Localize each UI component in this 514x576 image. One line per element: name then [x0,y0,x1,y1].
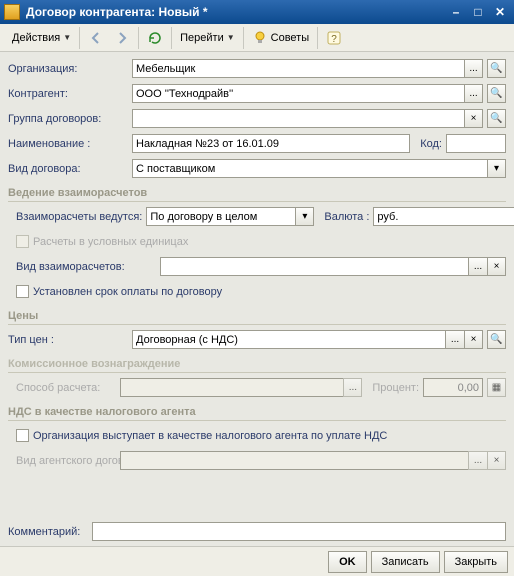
is-tax-agent-checkbox[interactable] [16,429,29,442]
close-button[interactable]: ✕ [490,3,510,21]
agent-contract-type-clear-button: × [487,451,506,470]
price-type-select-button[interactable]: ... [445,330,464,349]
name-label: Наименование : [8,138,128,150]
prices-header: Цены [8,310,506,325]
minimize-button[interactable]: – [446,3,466,21]
calc-method-select-button: ... [343,378,362,397]
actions-menu[interactable]: Действия ▼ [8,30,75,46]
commission-header: Комиссионное вознаграждение [8,358,506,373]
search-icon: 🔍 [490,88,502,99]
window: Договор контрагента: Новый * – □ ✕ Дейст… [0,0,514,576]
titlebar: Договор контрагента: Новый * – □ ✕ [0,0,514,24]
close-form-button[interactable]: Закрыть [444,551,508,573]
lightbulb-icon [252,30,268,46]
is-tax-agent-label: Организация выступает в качестве налогов… [33,430,387,442]
contract-group-input[interactable] [132,109,464,128]
settlement-type-clear-button[interactable]: × [487,257,506,276]
tax-agent-header: НДС в качестве налогового агента [8,406,506,421]
organization-label: Организация: [8,63,128,75]
window-title: Договор контрагента: Новый * [26,5,444,19]
settlement-type-select-button[interactable]: ... [468,257,487,276]
svg-text:?: ? [331,34,337,45]
chevron-down-icon: ▼ [63,33,71,42]
maximize-button[interactable]: □ [468,3,488,21]
ok-button[interactable]: OK [328,551,367,573]
organization-open-button[interactable]: 🔍 [487,59,506,78]
arrow-right-icon [114,30,130,46]
cu-calc-label: Расчеты в условных единицах [33,236,188,248]
search-icon: 🔍 [490,63,502,74]
calc-method-label: Способ расчета: [16,382,116,394]
comment-label: Комментарий: [8,526,88,538]
code-input[interactable] [446,134,506,153]
advice-button[interactable]: Советы [248,28,313,48]
payment-term-checkbox[interactable] [16,285,29,298]
help-icon: ? [326,30,342,46]
agent-contract-type-select-button: ... [468,451,487,470]
price-type-label: Тип цен : [8,334,128,346]
contract-group-label: Группа договоров: [8,113,128,125]
counterparty-select-button[interactable]: ... [464,84,483,103]
calc-method-input [120,378,343,397]
counterparty-open-button[interactable]: 🔍 [487,84,506,103]
counterparty-input[interactable] [132,84,464,103]
counterparty-label: Контрагент: [8,88,128,100]
form-content: Организация: ... 🔍 Контрагент: ... 🔍 Гру… [0,52,514,546]
price-type-open-button[interactable]: 🔍 [487,330,506,349]
currency-label: Валюта : [324,211,369,223]
nav-back-button[interactable] [84,28,108,48]
settlement-basis-dropdown-button[interactable]: ▾ [295,207,314,226]
settlement-type-label: Вид взаиморасчетов: [16,261,156,273]
chevron-down-icon: ▼ [227,33,235,42]
agent-contract-type-label: Вид агентского договора: [16,455,116,467]
help-button[interactable]: ? [322,28,346,48]
cu-calc-checkbox [16,235,29,248]
percent-input [423,378,483,397]
contract-group-open-button[interactable]: 🔍 [487,109,506,128]
contract-type-label: Вид договора: [8,163,128,175]
refresh-icon [147,30,163,46]
contract-type-input[interactable] [132,159,487,178]
contract-group-clear-button[interactable]: × [464,109,483,128]
search-icon: 🔍 [490,334,502,345]
percent-calc-button: ▦ [487,378,506,397]
refresh-button[interactable] [143,28,167,48]
toolbar: Действия ▼ Перейти ▼ С [0,24,514,52]
code-label: Код: [420,138,442,150]
arrow-left-icon [88,30,104,46]
percent-label: Процент: [372,382,419,394]
save-button[interactable]: Записать [371,551,440,573]
comment-input[interactable] [92,522,506,541]
payment-term-label: Установлен срок оплаты по договору [33,286,222,298]
currency-input[interactable] [373,207,514,226]
price-type-clear-button[interactable]: × [464,330,483,349]
nav-forward-button[interactable] [110,28,134,48]
name-input[interactable] [132,134,410,153]
settlements-header: Ведение взаиморасчетов [8,187,506,202]
organization-input[interactable] [132,59,464,78]
settlement-basis-input[interactable] [146,207,295,226]
footer: OK Записать Закрыть [0,546,514,576]
price-type-input[interactable] [132,330,445,349]
search-icon: 🔍 [490,113,502,124]
settlement-basis-label: Взаиморасчеты ведутся: [16,211,142,223]
settlement-type-input[interactable] [160,257,468,276]
app-icon [4,4,20,20]
contract-type-dropdown-button[interactable]: ▾ [487,159,506,178]
organization-select-button[interactable]: ... [464,59,483,78]
goto-menu[interactable]: Перейти ▼ [176,30,239,46]
agent-contract-type-input [120,451,468,470]
